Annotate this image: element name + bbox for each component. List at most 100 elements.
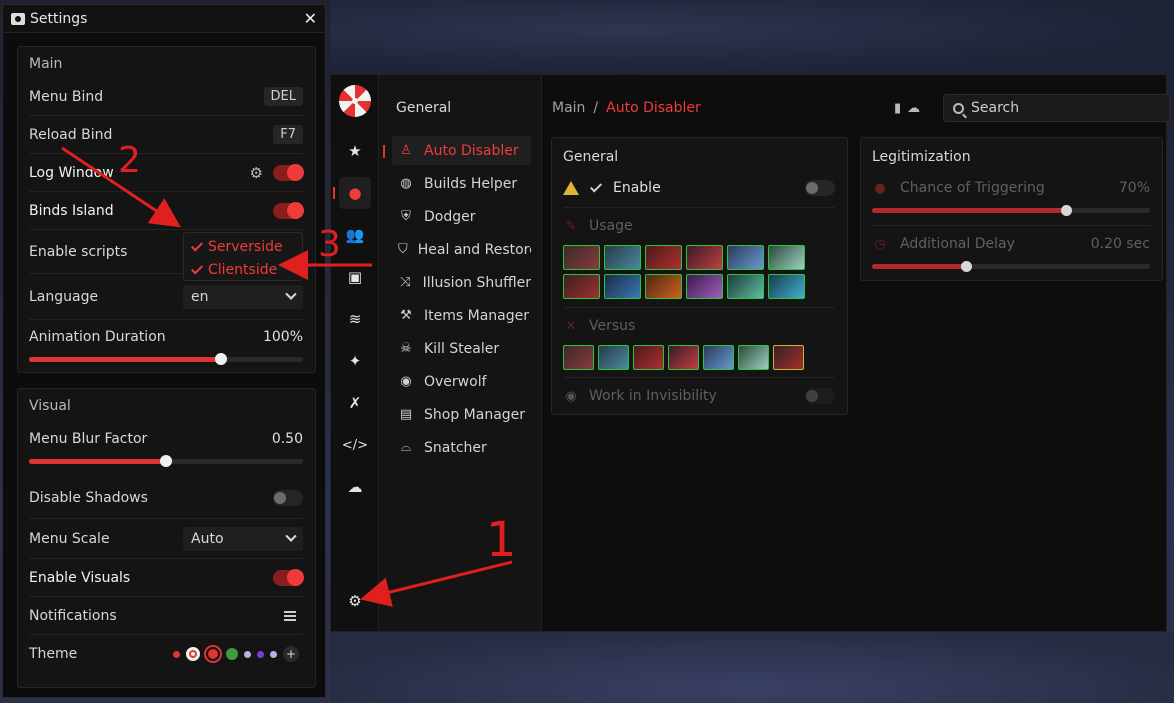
- hero-icon[interactable]: [727, 245, 764, 270]
- swimmer-icon[interactable]: ≋: [339, 303, 371, 335]
- shield-heart-icon: ⛉: [398, 242, 408, 257]
- menu-blur-track[interactable]: [29, 455, 303, 467]
- option-label: Serverside: [208, 238, 283, 255]
- breadcrumb: Main / Auto Disabler: [552, 100, 701, 116]
- eye-slash-icon: ◉: [565, 388, 577, 404]
- star-icon[interactable]: ★: [339, 135, 371, 167]
- users-icon[interactable]: 👥: [339, 219, 371, 251]
- dropdown-option-serverside[interactable]: Serverside: [184, 235, 302, 258]
- disable-shadows-toggle[interactable]: [273, 489, 303, 506]
- basketball-icon: ◍: [400, 176, 412, 191]
- hero-icon[interactable]: [686, 274, 723, 299]
- divider: [872, 225, 1150, 226]
- shield-icon: ⛨: [401, 209, 411, 224]
- reload-bind-key[interactable]: F7: [273, 125, 303, 144]
- hero-icon[interactable]: [773, 345, 804, 370]
- hero-icon[interactable]: [727, 274, 764, 299]
- hero-icon[interactable]: [703, 345, 734, 370]
- image-icon[interactable]: ▣: [339, 261, 371, 293]
- theme-swatch[interactable]: [257, 650, 264, 658]
- active-indicator: [333, 187, 335, 199]
- theme-swatch[interactable]: [270, 650, 277, 658]
- hero-icon[interactable]: [563, 245, 600, 270]
- cloud-icon[interactable]: ☁: [907, 101, 920, 116]
- search-box: [943, 94, 1170, 122]
- theme-swatch[interactable]: [244, 650, 251, 658]
- menu-scale-select[interactable]: Auto: [183, 526, 303, 551]
- nav-item-dodger[interactable]: ⛨ Dodger: [392, 202, 531, 231]
- nav-item-label: Heal and Restore: [417, 241, 531, 258]
- delay-value: 0.20 sec: [1090, 236, 1150, 252]
- search-icon: [953, 102, 964, 114]
- hero-icon[interactable]: [563, 274, 600, 299]
- timer-icon: ◷: [874, 236, 886, 252]
- settings-title: Settings: [30, 10, 88, 27]
- theme-swatch[interactable]: [226, 648, 238, 660]
- nav-item-illusion-shuffler[interactable]: ⤨ Illusion Shuffler: [392, 268, 531, 297]
- nav-item-auto-disabler[interactable]: ♙ Auto Disabler: [392, 136, 531, 165]
- menu-icon[interactable]: [284, 609, 296, 623]
- globe-icon[interactable]: ●: [339, 177, 371, 209]
- delay-label: Additional Delay: [900, 236, 1015, 252]
- hero-icon[interactable]: [686, 245, 723, 270]
- tools-icon[interactable]: ✗: [339, 387, 371, 419]
- nav-item-overwolf[interactable]: ◉ Overwolf: [392, 367, 531, 396]
- language-select[interactable]: en: [183, 284, 303, 309]
- menu-scale-label: Menu Scale: [29, 530, 110, 547]
- hero-icon[interactable]: [604, 274, 641, 299]
- reload-bind-label: Reload Bind: [29, 126, 113, 143]
- theme-swatch[interactable]: [204, 645, 222, 663]
- log-window-toggle[interactable]: [273, 163, 304, 181]
- gear-icon[interactable]: ⚙: [339, 585, 371, 617]
- animation-duration-track[interactable]: [29, 353, 303, 365]
- slider-knob[interactable]: [214, 353, 227, 365]
- hero-icon[interactable]: [633, 345, 664, 370]
- chance-label: Chance of Triggering: [900, 180, 1045, 196]
- language-value: en: [191, 288, 209, 305]
- sword-icon: ✎: [565, 218, 577, 234]
- crossed-swords-icon: ✕: [565, 318, 577, 334]
- hero-icon[interactable]: [645, 245, 682, 270]
- cloud-icon[interactable]: ☁: [339, 471, 371, 503]
- sparkles-icon[interactable]: ✦: [339, 345, 371, 377]
- code-icon[interactable]: </>: [339, 429, 371, 461]
- hero-icon[interactable]: [768, 274, 805, 299]
- theme-swatch[interactable]: [173, 650, 180, 658]
- settings-titlebar: Settings ✕: [3, 5, 325, 33]
- gear-icon[interactable]: ⚙: [250, 164, 263, 182]
- delay-track[interactable]: [872, 261, 1150, 272]
- hero-icon[interactable]: [645, 274, 682, 299]
- hero-icon[interactable]: [768, 245, 805, 270]
- nav-item-heal-and-restore[interactable]: ⛉ Heal and Restore: [392, 235, 531, 264]
- chance-track[interactable]: [872, 205, 1150, 216]
- add-theme-icon[interactable]: +: [283, 646, 299, 662]
- hero-icon[interactable]: [563, 345, 594, 370]
- breadcrumb-root[interactable]: Main: [552, 100, 585, 116]
- slider-knob[interactable]: [160, 455, 172, 467]
- slider-knob[interactable]: [960, 261, 972, 272]
- slider-knob[interactable]: [1060, 205, 1072, 216]
- versus-label: Versus: [589, 318, 636, 334]
- enable-toggle[interactable]: [805, 180, 835, 196]
- chance-slider: ● Chance of Triggering 70%: [872, 180, 1150, 216]
- hero-icon[interactable]: [598, 345, 629, 370]
- nav-item-label: Dodger: [424, 208, 476, 225]
- nav-item-builds-helper[interactable]: ◍ Builds Helper: [392, 169, 531, 198]
- nav-item-items-manager[interactable]: ⚒ Items Manager: [392, 301, 531, 330]
- invisibility-toggle[interactable]: [805, 388, 835, 404]
- hero-icon[interactable]: [604, 245, 641, 270]
- search-input[interactable]: [971, 100, 1151, 116]
- nav-item-kill-stealer[interactable]: ☠ Kill Stealer: [392, 334, 531, 363]
- binds-island-toggle[interactable]: [273, 201, 304, 219]
- theme-swatch[interactable]: [186, 647, 200, 661]
- hero-icon[interactable]: [738, 345, 769, 370]
- log-window-label: Log Window: [29, 164, 114, 181]
- book-icon[interactable]: ▮: [894, 101, 901, 116]
- menu-bind-key[interactable]: DEL: [263, 87, 303, 106]
- nav-item-shop-manager[interactable]: ▤ Shop Manager: [392, 400, 531, 429]
- dropdown-option-clientside[interactable]: Clientside: [184, 258, 302, 281]
- close-icon[interactable]: ✕: [304, 9, 317, 28]
- enable-visuals-toggle[interactable]: [273, 568, 304, 586]
- hero-icon[interactable]: [668, 345, 699, 370]
- nav-item-snatcher[interactable]: ⌓ Snatcher: [392, 433, 531, 462]
